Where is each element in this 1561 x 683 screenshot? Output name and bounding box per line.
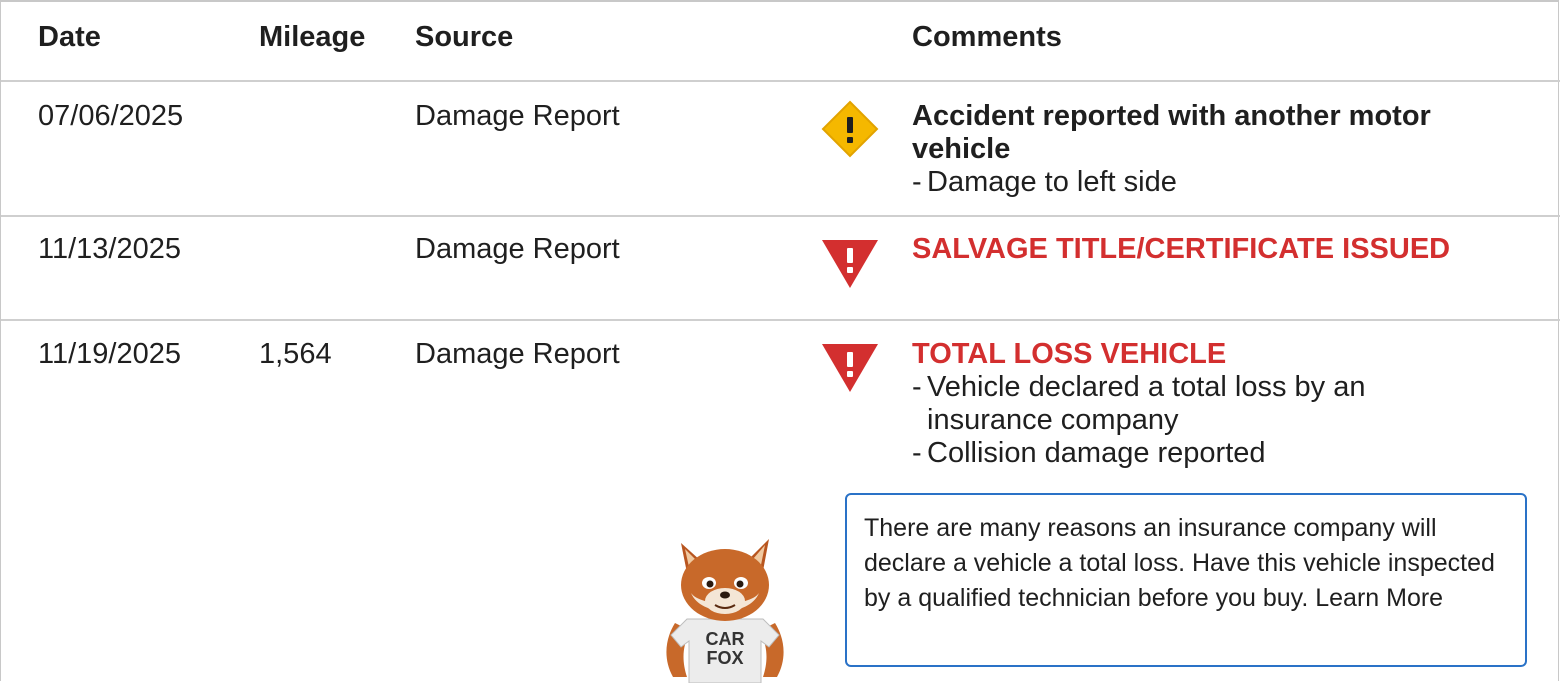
- mascot-shirt-text: FOX: [706, 648, 743, 668]
- learn-more-link[interactable]: Learn More: [1315, 584, 1443, 612]
- row-date: 11/13/2025: [38, 233, 181, 265]
- column-header-comments: Comments: [912, 21, 1062, 53]
- alert-triangle-icon: [822, 344, 878, 392]
- comment-title: Accident reported with another motor veh…: [912, 100, 1431, 165]
- row-comment: TOTAL LOSS VEHICLE - Vehicle declared a …: [912, 338, 1532, 470]
- row-comment: SALVAGE TITLE/CERTIFICATE ISSUED: [912, 233, 1532, 266]
- table-header: Date Mileage Source Comments: [1, 2, 1560, 82]
- row-source: Damage Report: [415, 338, 620, 370]
- comment-title: TOTAL LOSS VEHICLE: [912, 338, 1227, 370]
- info-callout: There are many reasons an insurance comp…: [845, 493, 1527, 667]
- comment-detail: - Vehicle declared a total loss by an in…: [912, 371, 1366, 436]
- comment-detail: - Damage to left side: [912, 166, 1177, 198]
- comment-detail: - Collision damage reported: [912, 437, 1266, 469]
- carfox-mascot-icon: CAR FOX: [666, 539, 784, 683]
- row-date: 11/19/2025: [38, 338, 181, 370]
- column-header-source: Source: [415, 21, 514, 53]
- comment-title: SALVAGE TITLE/CERTIFICATE ISSUED: [912, 233, 1451, 265]
- row-date: 07/06/2025: [38, 100, 184, 132]
- alert-triangle-icon: [822, 240, 878, 288]
- mascot-shirt-text: CAR: [706, 629, 745, 649]
- row-comment: Accident reported with another motor veh…: [912, 100, 1532, 199]
- column-header-mileage: Mileage: [259, 21, 366, 53]
- row-mileage: 1,564: [259, 338, 332, 370]
- column-header-date: Date: [38, 21, 101, 53]
- row-source: Damage Report: [415, 100, 620, 132]
- history-table: Date Mileage Source Comments 07/06/2025 …: [0, 0, 1560, 683]
- table-row: 11/13/2025 Damage Report SALVAGE TITLE/C…: [1, 217, 1560, 321]
- table-row: 07/06/2025 Damage Report Accident report…: [1, 82, 1560, 217]
- row-source: Damage Report: [415, 233, 620, 265]
- warning-diamond-icon: [821, 100, 879, 158]
